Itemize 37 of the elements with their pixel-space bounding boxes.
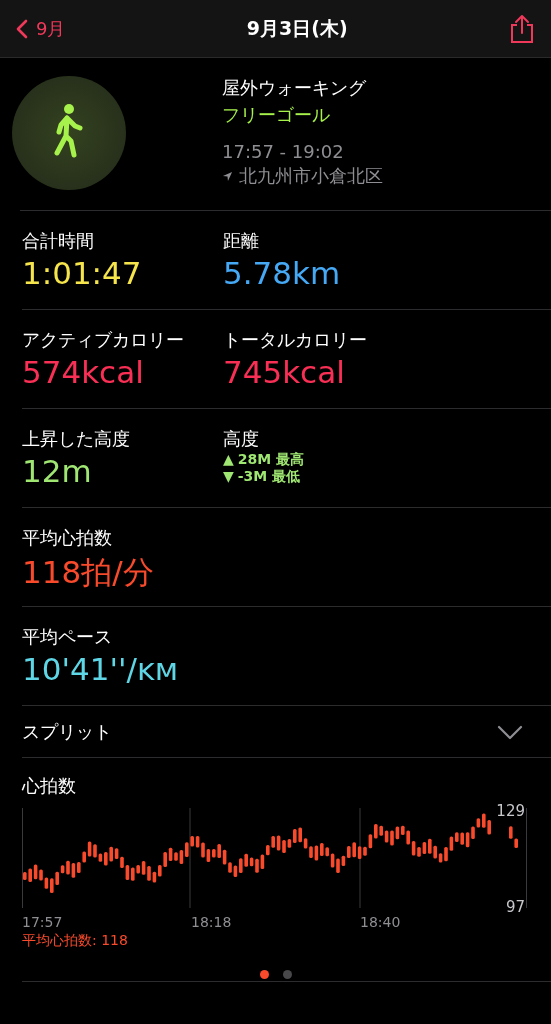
back-chevron-icon: [16, 18, 28, 39]
axis-label: 18:18: [191, 914, 233, 930]
location-arrow-icon: [222, 170, 233, 182]
metric-value: 10'41''/ĸм: [22, 651, 180, 687]
page-dot[interactable]: [282, 970, 292, 979]
metric-value: 745kcal: [223, 354, 346, 390]
range-value: -3M 最低: [237, 468, 301, 484]
metric-value: 1:01:47: [22, 255, 143, 291]
metric-label: アクティブカロリー: [22, 328, 185, 352]
metric-label: トータルカロリー: [223, 328, 368, 352]
share-button[interactable]: [509, 13, 535, 44]
metric-value: 574kcal: [22, 354, 145, 390]
time-range: 17:57 - 19:02: [222, 141, 345, 162]
metric-label: 上昇した高度: [22, 427, 131, 451]
location-text: 北九州市小倉北区: [239, 164, 383, 188]
page-title: 9月3日(木): [246, 15, 348, 41]
average-heart-rate: 平均心拍数: 118: [22, 932, 129, 950]
metric-label: 合計時間: [22, 229, 95, 253]
splits-row[interactable]: スプリット: [22, 706, 551, 758]
metric-label: 平均心拍数: [22, 526, 113, 550]
range-value: 28M 最高: [237, 451, 305, 467]
workout-name: 屋外ウォーキング: [222, 76, 367, 100]
axis-label: 18:40: [360, 914, 402, 930]
metric-label: 高度: [223, 427, 260, 451]
chart-title: 心拍数: [22, 774, 77, 798]
metric-value: 118拍/分: [22, 553, 155, 592]
triangle-icon: ▼: [223, 468, 234, 484]
metric-label: 平均ペース: [22, 625, 113, 649]
axis-label: 17:57: [22, 914, 64, 930]
triangle-icon: ▲: [223, 451, 234, 467]
back-button[interactable]: 9月: [16, 16, 66, 41]
workout-goal: フリーゴール: [222, 103, 331, 127]
page-dot[interactable]: [259, 970, 269, 979]
metric-label: 距離: [223, 229, 260, 253]
metric-value: 5.78km: [223, 255, 342, 291]
share-icon: [509, 13, 535, 44]
metric-value: 12m: [22, 453, 93, 489]
